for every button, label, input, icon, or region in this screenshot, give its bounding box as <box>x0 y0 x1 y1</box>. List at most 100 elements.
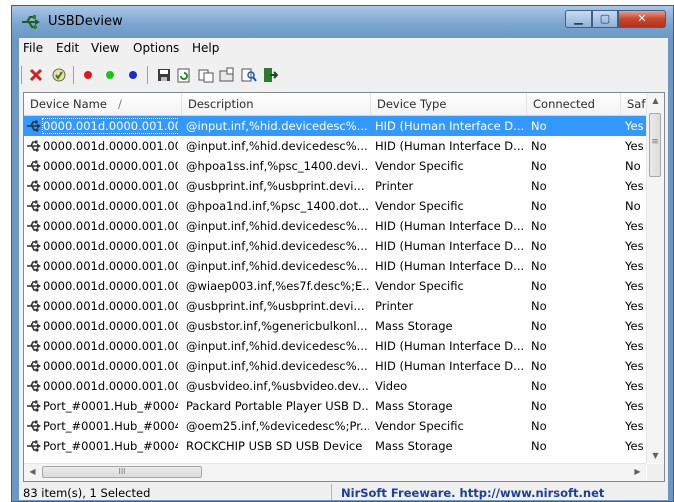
blue-dot-icon[interactable] <box>125 67 141 83</box>
usb-device-icon <box>27 180 41 192</box>
scroll-up-arrow-icon[interactable]: ▲ <box>647 96 664 105</box>
sort-indicator-icon: / <box>118 97 122 111</box>
menu-edit[interactable]: Edit <box>56 41 79 55</box>
green-dot-icon[interactable] <box>102 67 118 83</box>
cell-device-name: 0000.001d.0000.001.00... <box>26 116 178 136</box>
table-row[interactable]: 0000.001d.0000.001.00... @usbprint.inf,%u… <box>24 296 646 316</box>
horizontal-scroll-thumb[interactable]: III <box>42 466 202 478</box>
cell-connected: No <box>531 239 547 253</box>
menu-options[interactable]: Options <box>133 41 179 55</box>
scroll-left-arrow-icon[interactable]: ◀ <box>24 467 41 476</box>
table-row[interactable]: Port_#0001.Hub_#0004 @oem25.inf,%devicede… <box>24 416 646 436</box>
usb-device-icon <box>27 220 41 232</box>
scroll-right-arrow-icon[interactable]: ▶ <box>629 467 646 476</box>
device-name-text: 0000.001d.0000.001.00... <box>43 319 178 333</box>
column-header-device-name[interactable]: Device Name / <box>24 93 182 115</box>
usb-device-icon <box>27 340 41 352</box>
device-list[interactable]: Device Name / Description Device Type Con… <box>23 92 665 482</box>
toolbar-separator <box>73 66 74 84</box>
vertical-scrollbar[interactable]: ▲ ≡ ▼ <box>646 93 664 463</box>
cell-description: @input.inf,%hid.devicedesc%... <box>186 259 368 273</box>
table-row[interactable]: 0000.001d.0000.001.00... @hpoa1ss.inf,%ps… <box>24 156 646 176</box>
toolbar-separator <box>21 66 22 84</box>
cell-connected: No <box>531 299 547 313</box>
device-name-text: 0000.001d.0000.001.00... <box>43 219 178 233</box>
usb-device-icon <box>27 360 41 372</box>
table-row[interactable]: 0000.001d.0000.001.00... @input.inf,%hid.… <box>24 216 646 236</box>
grip-icon: ≡ <box>651 137 659 147</box>
column-header-connected[interactable]: Connected <box>527 93 621 115</box>
menu-help[interactable]: Help <box>192 41 219 55</box>
cell-description: @usbvideo.inf,%usbvideo.dev... <box>186 379 369 393</box>
column-header-description[interactable]: Description <box>182 93 371 115</box>
cell-connected: No <box>531 219 547 233</box>
usb-device-icon <box>27 160 41 172</box>
scroll-corner <box>647 464 664 481</box>
cell-description: @input.inf,%hid.devicedesc%... <box>186 139 368 153</box>
usb-device-icon <box>27 440 41 452</box>
table-row[interactable]: Port_#0001.Hub_#0004 ROCKCHIP USB SD USB … <box>24 436 646 456</box>
copy-icon[interactable] <box>198 67 214 83</box>
refresh-icon[interactable] <box>176 67 192 83</box>
close-button[interactable]: ✕ <box>618 10 666 28</box>
red-dot-icon[interactable] <box>80 67 96 83</box>
grip-icon: III <box>118 467 126 476</box>
usb-device-icon <box>27 380 41 392</box>
device-name-text: 0000.001d.0000.001.00... <box>43 299 178 313</box>
table-row[interactable]: 0000.001d.0000.001.00... @usbprint.inf,%u… <box>24 176 646 196</box>
table-row[interactable]: 0000.001d.0000.001.00... @input.inf,%hid.… <box>24 336 646 356</box>
horizontal-scrollbar[interactable]: ◀ III ▶ <box>24 463 646 481</box>
cell-connected: No <box>531 199 547 213</box>
table-row[interactable]: 0000.001d.0000.001.00... @usbstor.inf,%ge… <box>24 316 646 336</box>
table-row[interactable]: 0000.001d.0000.001.00... @input.inf,%hid.… <box>24 356 646 376</box>
cell-device-type: HID (Human Interface D... <box>375 259 525 273</box>
cell-device-name: 0000.001d.0000.001.00... <box>26 316 178 336</box>
cell-description: @input.inf,%hid.devicedesc%... <box>186 119 368 133</box>
usb-device-icon <box>27 400 41 412</box>
cell-description: Packard Portable Player USB D... <box>186 399 369 413</box>
disconnect-icon[interactable] <box>51 67 67 83</box>
table-row[interactable]: 0000.001d.0000.001.00... @wiaep003.inf,%e… <box>24 276 646 296</box>
minimize-button[interactable]: ▁ <box>565 10 592 28</box>
table-row[interactable]: 0000.001d.0000.001.00... @input.inf,%hid.… <box>24 256 646 276</box>
list-header: Device Name / Description Device Type Con… <box>24 93 651 116</box>
cell-device-name: 0000.001d.0000.001.00... <box>26 296 178 316</box>
cell-device-name: 0000.001d.0000.001.00... <box>26 216 178 236</box>
nirsoft-link[interactable]: NirSoft Freeware. http://www.nirsoft.net <box>341 486 604 500</box>
scroll-down-arrow-icon[interactable]: ▼ <box>647 451 664 460</box>
usb-device-icon <box>27 120 41 132</box>
cell-description: @oem25.inf,%devicedesc%;Pr... <box>186 419 369 433</box>
table-row[interactable]: 0000.001d.0000.001.00... @input.inf,%hid.… <box>24 136 646 156</box>
table-row[interactable]: 0000.001d.0000.001.00... @input.inf,%hid.… <box>24 236 646 256</box>
cell-device-name: 0000.001d.0000.001.00... <box>26 156 178 176</box>
maximize-button[interactable]: ▢ <box>592 10 618 28</box>
table-row[interactable]: 0000.001d.0000.001.00... @usbvideo.inf,%u… <box>24 376 646 396</box>
cell-description: @hpoa1nd.inf,%psc_1400.dot... <box>186 199 369 213</box>
device-name-text: Port_#0001.Hub_#0004 <box>43 399 178 413</box>
usb-device-icon <box>27 240 41 252</box>
menu-view[interactable]: View <box>91 41 119 55</box>
cell-device-type: Mass Storage <box>375 439 453 453</box>
delete-icon[interactable] <box>28 67 44 83</box>
menu-file[interactable]: File <box>23 41 43 55</box>
properties-icon[interactable] <box>219 67 235 83</box>
title-bar[interactable]: USBDeview ▁ ▢ ✕ <box>12 6 673 38</box>
cell-device-name: Port_#0001.Hub_#0004 <box>26 416 178 436</box>
table-row[interactable]: 0000.001d.0000.001.00... @input.inf,%hid.… <box>24 116 646 136</box>
cell-connected: No <box>531 399 547 413</box>
usb-device-icon <box>27 200 41 212</box>
cell-device-name: 0000.001d.0000.001.00... <box>26 136 178 156</box>
save-icon[interactable] <box>156 67 172 83</box>
usb-device-icon <box>27 320 41 332</box>
column-header-device-type[interactable]: Device Type <box>371 93 527 115</box>
table-row[interactable]: Port_#0001.Hub_#0004 Packard Portable Pla… <box>24 396 646 416</box>
cell-description: @input.inf,%hid.devicedesc%... <box>186 359 368 373</box>
cell-description: @hpoa1ss.inf,%psc_1400.devi... <box>186 159 369 173</box>
cell-device-type: HID (Human Interface D... <box>375 339 525 353</box>
exit-icon[interactable] <box>262 67 278 83</box>
table-row[interactable]: 0000.001d.0000.001.00... @hpoa1nd.inf,%ps… <box>24 196 646 216</box>
cell-device-name: 0000.001d.0000.001.00... <box>26 336 178 356</box>
vertical-scroll-thumb[interactable]: ≡ <box>649 113 661 177</box>
find-icon[interactable] <box>241 67 257 83</box>
usb-device-icon <box>27 420 41 432</box>
